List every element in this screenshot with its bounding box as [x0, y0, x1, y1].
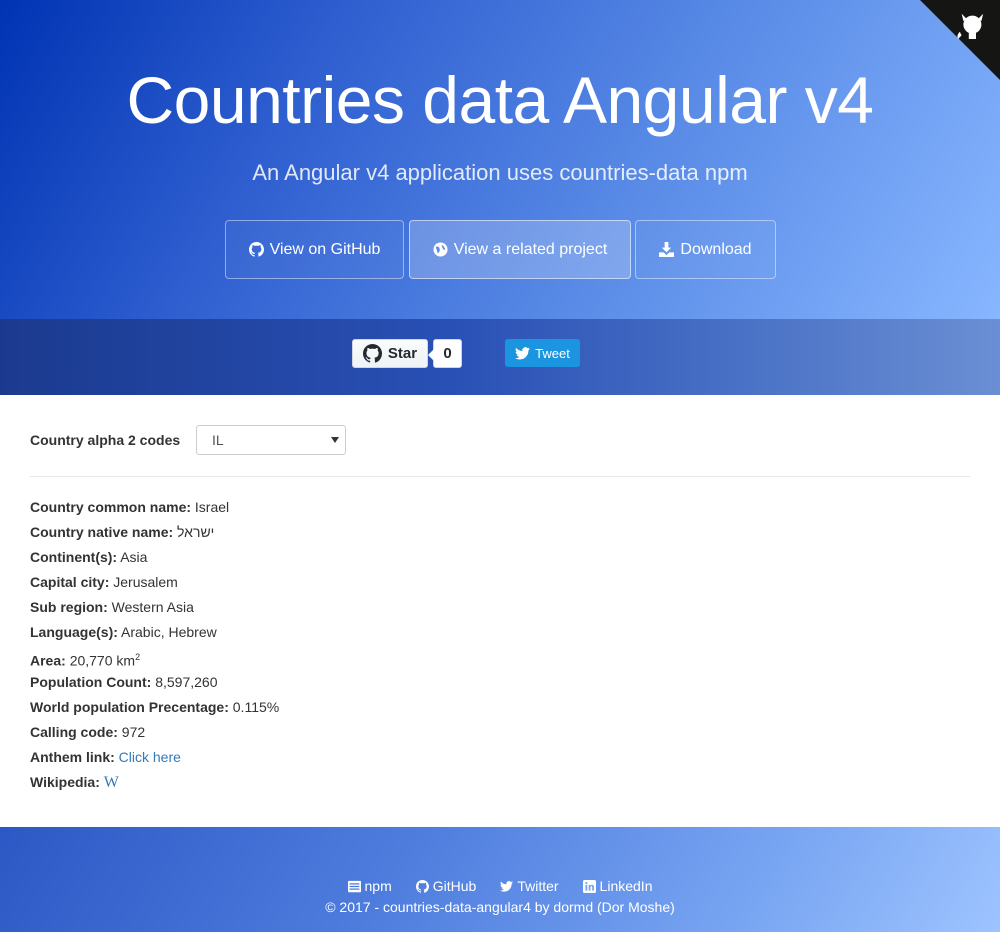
area-unit-superscript: 2 — [135, 652, 141, 662]
tweet-button[interactable]: Tweet — [505, 339, 580, 367]
world-percentage-label: World population Precentage: — [30, 699, 229, 715]
social-bar: Star 0 Tweet — [0, 319, 1000, 395]
subregion-row: Sub region: Western Asia — [30, 597, 279, 622]
view-on-github-button[interactable]: View on GitHub — [225, 220, 404, 279]
wikipedia-row: Wikipedia: W — [30, 772, 279, 797]
dropdown-arrow-icon — [331, 437, 339, 443]
star-label: Star — [387, 345, 418, 362]
download-button[interactable]: Download — [635, 220, 776, 279]
github-icon — [415, 879, 429, 893]
star-count[interactable]: 0 — [428, 339, 462, 368]
continents-label: Continent(s): — [30, 549, 118, 565]
native-name-value: ישראל — [177, 524, 215, 540]
population-row: Population Count: 8,597,260 — [30, 672, 279, 697]
population-value: 8,597,260 — [155, 674, 218, 690]
anthem-label: Anthem link: — [30, 749, 115, 765]
country-code-value: IL — [212, 432, 224, 448]
list-icon — [347, 880, 361, 892]
twitter-bird-icon — [515, 346, 531, 359]
capital-row: Capital city: Jerusalem — [30, 572, 279, 597]
country-selector: Country alpha 2 codes IL — [30, 425, 346, 455]
native-name-row: Country native name: ישראל — [30, 522, 279, 547]
anthem-row: Anthem link: Click here — [30, 747, 279, 772]
view-related-project-label: View a related project — [453, 240, 608, 258]
world-percentage-value: 0.115% — [232, 699, 280, 715]
calling-code-label: Calling code: — [30, 724, 118, 740]
population-label: Population Count: — [30, 674, 152, 690]
country-details: Country common name: Israel Country nati… — [30, 497, 279, 797]
page-subtitle: An Angular v4 application uses countries… — [252, 160, 748, 185]
continents-row: Continent(s): Asia — [30, 547, 279, 572]
common-name-label: Country common name: — [30, 499, 192, 515]
wikipedia-icon[interactable]: W — [104, 774, 119, 791]
area-row: Area: 20,770 km2 — [30, 647, 279, 672]
footer-link-linkedin-label: LinkedIn — [599, 878, 653, 894]
capital-label: Capital city: — [30, 574, 110, 590]
capital-value: Jerusalem — [113, 574, 178, 590]
anthem-link[interactable]: Click here — [119, 749, 181, 765]
divider — [30, 476, 970, 477]
footer-link-npm-label: npm — [364, 878, 392, 894]
languages-label: Language(s): — [30, 624, 118, 640]
footer-link-github-label: GitHub — [432, 878, 477, 894]
copyright-text: © 2017 - countries-data-angular4 by dorm… — [325, 899, 675, 915]
download-label: Download — [680, 240, 752, 258]
calling-code-row: Calling code: 972 — [30, 722, 279, 747]
footer-link-npm[interactable]: npm — [347, 878, 392, 894]
languages-value: Arabic, Hebrew — [121, 624, 217, 640]
page-footer: npm GitHub Twitter LinkedIn © 2017 - cou… — [0, 827, 1000, 932]
area-value: 20,770 km — [69, 652, 136, 669]
github-star-button[interactable]: Star — [352, 339, 428, 368]
view-related-project-button[interactable]: View a related project — [409, 220, 631, 279]
footer-link-github[interactable]: GitHub — [415, 878, 477, 894]
linkedin-icon — [582, 879, 596, 893]
wikipedia-label: Wikipedia: — [30, 774, 100, 790]
country-code-select[interactable]: IL — [196, 425, 346, 455]
page-header: Countries data Angular v4 An Angular v4 … — [0, 0, 1000, 320]
footer-link-linkedin[interactable]: LinkedIn — [582, 878, 653, 894]
country-code-label: Country alpha 2 codes — [30, 432, 181, 448]
download-icon — [659, 242, 675, 257]
common-name-row: Country common name: Israel — [30, 497, 279, 522]
view-on-github-label: View on GitHub — [269, 240, 381, 258]
subregion-label: Sub region: — [30, 599, 108, 615]
continents-value: Asia — [120, 549, 148, 565]
subregion-value: Western Asia — [111, 599, 194, 615]
twitter-bird-icon — [500, 880, 514, 892]
github-icon — [362, 344, 382, 363]
footer-link-twitter[interactable]: Twitter — [500, 878, 559, 894]
world-percentage-row: World population Precentage: 0.115% — [30, 697, 279, 722]
area-label: Area: — [30, 652, 66, 669]
footer-link-twitter-label: Twitter — [517, 878, 559, 894]
page-title: Countries data Angular v4 — [126, 63, 874, 137]
common-name-value: Israel — [194, 499, 230, 515]
globe-icon — [433, 242, 448, 257]
tweet-label: Tweet — [535, 345, 570, 361]
calling-code-value: 972 — [121, 724, 146, 740]
native-name-label: Country native name: — [30, 524, 174, 540]
github-icon — [248, 242, 264, 257]
languages-row: Language(s): Arabic, Hebrew — [30, 622, 279, 647]
footer-links: npm GitHub Twitter LinkedIn — [0, 878, 1000, 894]
